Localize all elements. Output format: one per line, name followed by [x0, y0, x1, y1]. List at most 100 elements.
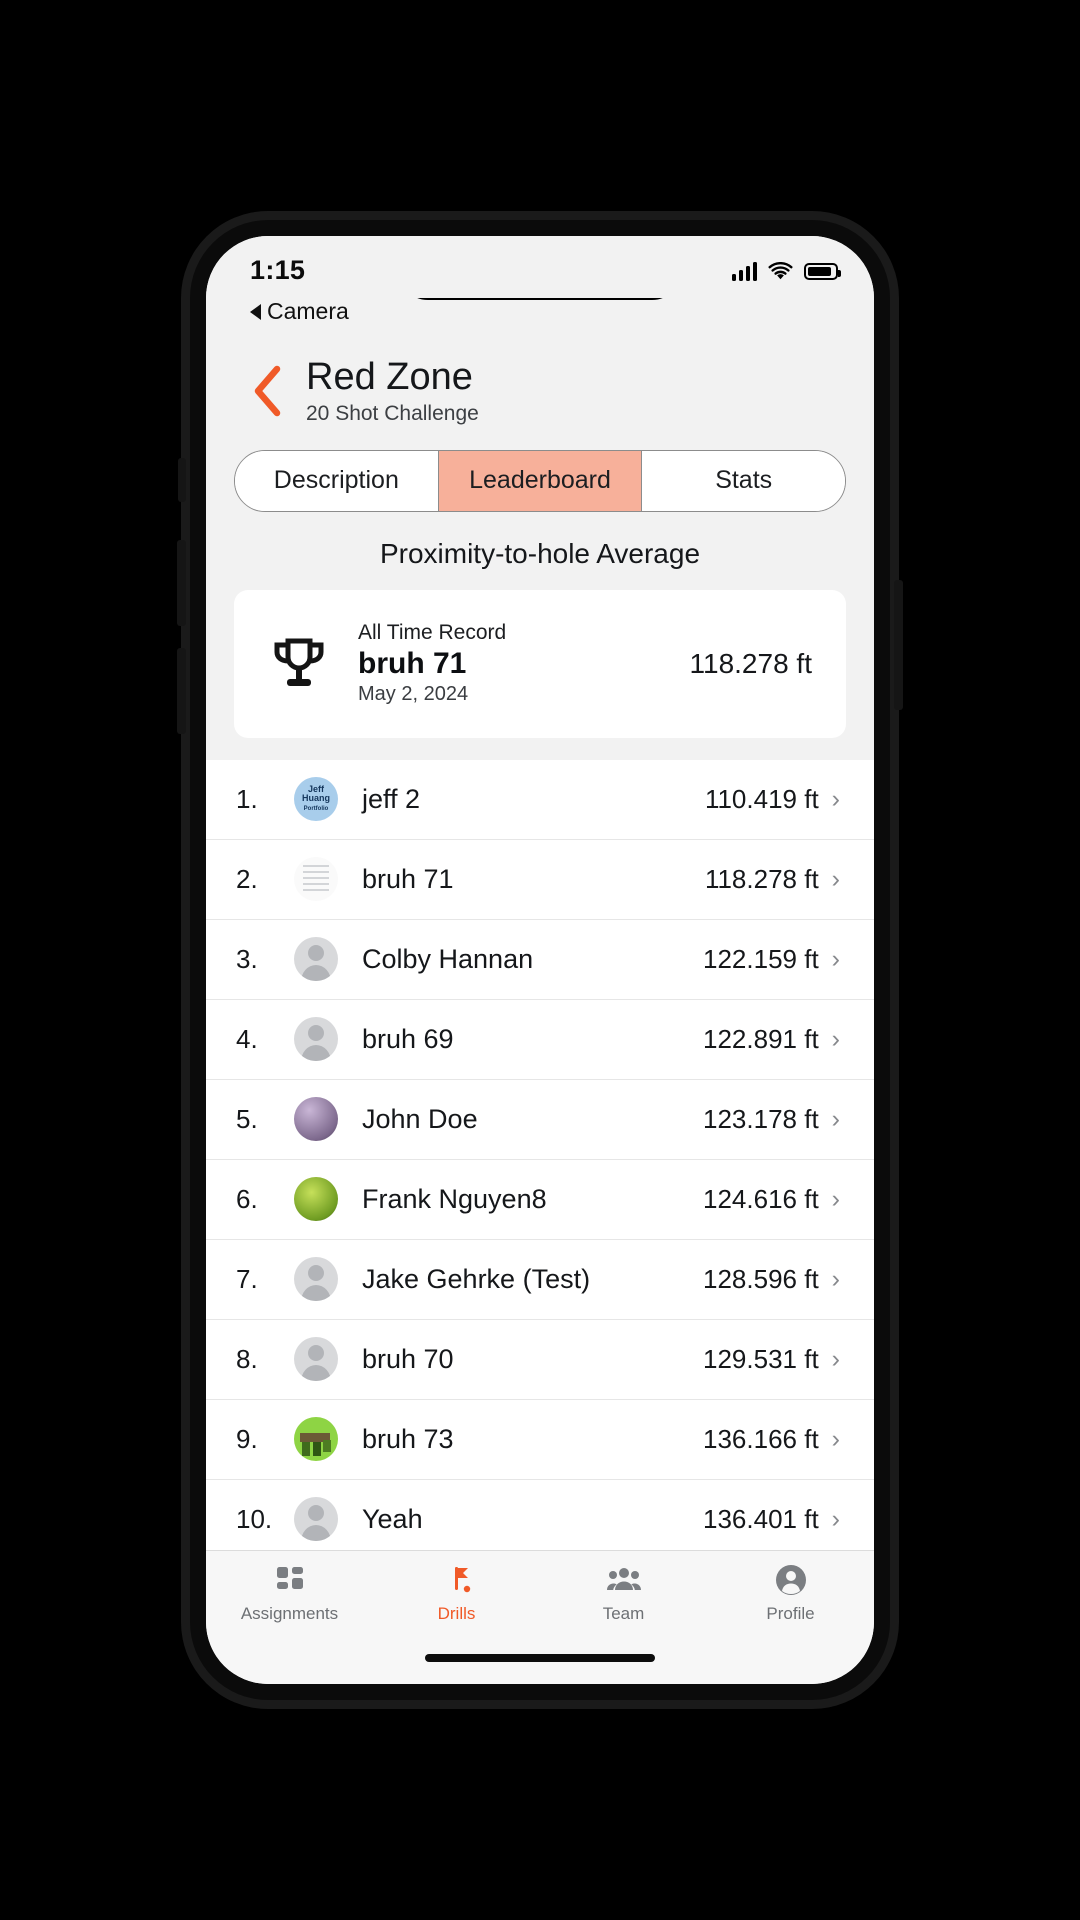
nav-label: Team — [602, 1604, 645, 1623]
table-row[interactable]: 2. bruh 71 118.278 ft › — [206, 840, 874, 920]
tab-leaderboard[interactable]: Leaderboard — [438, 450, 643, 511]
trophy-icon — [268, 633, 330, 695]
phone-device: 1:15 Camera Red Zone 20 Shot Challenge D… — [177, 220, 903, 1700]
home-indicator[interactable] — [425, 1654, 655, 1662]
golf-flag-icon — [441, 1563, 473, 1597]
nav-item-profile[interactable]: Profile — [707, 1563, 874, 1624]
chevron-right-icon: › — [831, 1344, 840, 1373]
status-indicators — [731, 261, 841, 281]
nav-item-drills[interactable]: Drills — [373, 1563, 540, 1624]
row-value: 110.419 ft — [704, 783, 819, 814]
row-rank: 3. — [236, 943, 258, 974]
table-row[interactable]: 9. bruh 73 136.166 ft › — [206, 1400, 874, 1480]
record-card-text: All Time Record bruh 71 May 2, 2024 — [358, 621, 662, 706]
screenshot-stage: 1:15 Camera Red Zone 20 Shot Challenge D… — [0, 0, 1080, 1920]
nav-item-assignments[interactable]: Assignments — [206, 1563, 373, 1624]
back-triangle-icon — [250, 303, 261, 320]
record-name: bruh 71 — [358, 647, 467, 681]
nav-item-team[interactable]: Team — [540, 1563, 707, 1624]
row-name: bruh 73 — [362, 1423, 454, 1454]
volume-up-button[interactable] — [177, 540, 186, 626]
page-subtitle: 20 Shot Challenge — [306, 401, 479, 425]
row-rank: 10. — [236, 1503, 273, 1534]
table-row[interactable]: 5. John Doe 123.178 ft › — [206, 1080, 874, 1160]
bottom-navigation: Assignments Drills Team Profile — [206, 1550, 874, 1654]
chevron-right-icon: › — [831, 1424, 840, 1453]
nav-label: Profile — [766, 1604, 815, 1623]
record-card-wrapper: All Time Record bruh 71 May 2, 2024 118.… — [206, 589, 874, 760]
row-value: 136.401 ft — [703, 1503, 819, 1534]
back-to-app-label: Camera — [267, 298, 349, 324]
volume-down-button[interactable] — [177, 648, 186, 734]
home-indicator-bar — [206, 1654, 874, 1684]
person-circle-icon — [775, 1563, 807, 1597]
row-rank: 5. — [236, 1103, 258, 1134]
power-button[interactable] — [894, 580, 903, 710]
row-rank: 1. — [236, 783, 258, 814]
header-text: Red Zone 20 Shot Challenge — [306, 356, 479, 426]
nav-label: Assignments — [240, 1604, 339, 1623]
row-value: 128.596 ft — [703, 1263, 819, 1294]
row-name: bruh 71 — [362, 863, 454, 894]
leaderboard-list[interactable]: 1. Jeff Huang Portfolio jeff 2 110.419 ft … — [206, 759, 874, 1550]
chevron-right-icon: › — [831, 1104, 840, 1133]
avatar — [294, 1177, 338, 1222]
chevron-right-icon: › — [831, 1024, 840, 1053]
segmented-control-wrapper: Description Leaderboard Stats — [206, 443, 874, 534]
status-bar: 1:15 — [206, 236, 874, 298]
row-rank: 7. — [236, 1263, 258, 1294]
back-to-app-indicator[interactable]: Camera — [206, 298, 874, 331]
status-clock: 1:15 — [250, 254, 306, 285]
row-value: 122.159 ft — [703, 943, 819, 974]
table-row[interactable]: 1. Jeff Huang Portfolio jeff 2 110.419 ft … — [206, 760, 874, 840]
table-row[interactable]: 3. Colby Hannan 122.159 ft › — [206, 920, 874, 1000]
battery-icon — [804, 262, 841, 280]
chevron-right-icon: › — [831, 1504, 840, 1533]
people-group-icon — [606, 1563, 641, 1597]
section-title: Proximity-to-hole Average — [206, 533, 874, 590]
page-title: Red Zone — [306, 356, 473, 398]
row-value: 129.531 ft — [703, 1343, 819, 1374]
segmented-control: Description Leaderboard Stats — [234, 449, 846, 512]
avatar — [294, 937, 338, 982]
row-rank: 9. — [236, 1423, 258, 1454]
record-label: All Time Record — [358, 621, 507, 645]
all-time-record-card[interactable]: All Time Record bruh 71 May 2, 2024 118.… — [234, 589, 846, 738]
table-row[interactable]: 8. bruh 70 129.531 ft › — [206, 1320, 874, 1400]
row-name: Jake Gehrke (Test) — [362, 1263, 591, 1294]
row-name: Frank Nguyen8 — [362, 1183, 547, 1214]
tab-stats[interactable]: Stats — [642, 450, 845, 511]
avatar — [294, 1257, 338, 1302]
mute-switch[interactable] — [178, 458, 186, 502]
avatar — [294, 1337, 338, 1382]
chevron-right-icon: › — [831, 784, 840, 813]
grid-squares-icon — [274, 1563, 306, 1597]
row-rank: 4. — [236, 1023, 258, 1054]
tab-description[interactable]: Description — [235, 450, 439, 511]
avatar — [294, 1017, 338, 1062]
chevron-left-icon[interactable] — [250, 364, 284, 418]
row-name: bruh 70 — [362, 1343, 454, 1374]
chevron-right-icon: › — [831, 1264, 840, 1293]
table-row[interactable]: 10. Yeah 136.401 ft › — [206, 1480, 874, 1550]
avatar — [294, 1417, 338, 1462]
avatar-initials: Jeff Huang Portfolio — [302, 783, 330, 812]
row-value: 136.166 ft — [703, 1423, 819, 1454]
avatar: Jeff Huang Portfolio — [294, 777, 338, 822]
row-value: 118.278 ft — [704, 863, 819, 894]
table-row[interactable]: 4. bruh 69 122.891 ft › — [206, 1000, 874, 1080]
chevron-right-icon: › — [831, 1184, 840, 1213]
avatar — [294, 857, 338, 902]
table-row[interactable]: 7. Jake Gehrke (Test) 128.596 ft › — [206, 1240, 874, 1320]
page-header: Red Zone 20 Shot Challenge — [206, 331, 874, 444]
row-value: 124.616 ft — [703, 1183, 819, 1214]
row-name: Colby Hannan — [362, 943, 534, 974]
row-name: Yeah — [362, 1503, 423, 1534]
row-rank: 2. — [236, 863, 258, 894]
phone-screen: 1:15 Camera Red Zone 20 Shot Challenge D… — [206, 236, 874, 1684]
row-value: 122.891 ft — [703, 1023, 819, 1054]
row-name: jeff 2 — [362, 783, 421, 814]
cellular-bars-icon — [731, 261, 757, 281]
avatar — [294, 1497, 338, 1542]
table-row[interactable]: 6. Frank Nguyen8 124.616 ft › — [206, 1160, 874, 1240]
